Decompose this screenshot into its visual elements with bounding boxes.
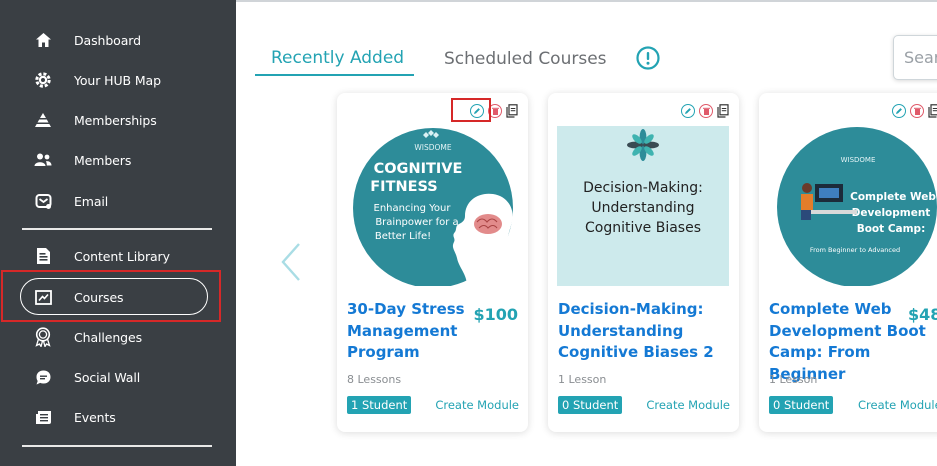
pencil-icon[interactable] (892, 104, 906, 118)
sidebar-item-content-library[interactable]: Content Library (0, 238, 236, 274)
svg-text:COGNITIVE: COGNITIVE (374, 161, 463, 177)
search-box[interactable] (893, 35, 937, 80)
sidebar-item-label: Memberships (74, 112, 157, 128)
trash-icon[interactable] (699, 104, 713, 118)
sidebar-item-label: Your HUB Map (74, 72, 161, 88)
sidebar-item-challenges[interactable]: Challenges (0, 319, 236, 355)
svg-text:Enhancing Your: Enhancing Your (374, 203, 452, 214)
exclamation-circle-icon[interactable] (636, 46, 660, 70)
copy-icon[interactable] (928, 104, 937, 118)
svg-text:Brainpower for a: Brainpower for a (375, 217, 458, 228)
svg-text:WISDOME: WISDOME (841, 156, 876, 164)
home-icon (34, 31, 52, 49)
sidebar-item-label: Content Library (74, 248, 170, 264)
lesson-count: 1 Lesson (769, 373, 818, 386)
svg-text:Understanding: Understanding (591, 200, 694, 216)
copy-icon[interactable] (717, 104, 729, 118)
svg-text:Cognitive Biases: Cognitive Biases (585, 220, 701, 236)
sidebar-divider (22, 445, 212, 447)
document-icon (34, 247, 52, 265)
sidebar-item-events[interactable]: Events (0, 399, 236, 435)
svg-text:Boot Camp:: Boot Camp: (857, 223, 926, 235)
award-icon (34, 327, 52, 347)
course-thumbnail: Decision-Making: Understanding Cognitive… (557, 126, 729, 286)
sidebar-item-label: Email (74, 193, 109, 209)
email-icon (34, 192, 52, 210)
pyramid-icon (34, 111, 52, 129)
gear-icon (34, 71, 52, 89)
svg-text:WISDOME: WISDOME (414, 143, 452, 152)
sidebar-item-label: Events (74, 409, 116, 425)
highlight-box (451, 98, 491, 122)
course-card[interactable]: WISDOME COGNITIVE FITNESS Enhancing Your… (337, 93, 528, 432)
sidebar-item-hub-map[interactable]: Your HUB Map (0, 62, 236, 98)
svg-text:FITNESS: FITNESS (370, 179, 437, 195)
card-actions (681, 104, 729, 118)
sidebar-item-memberships[interactable]: Memberships (0, 102, 236, 138)
tab-recently-added[interactable]: Recently Added (271, 48, 404, 68)
course-thumbnail: WISDOME Complete Web Development Boot Ca… (777, 127, 937, 286)
course-card[interactable]: Decision-Making: Understanding Cognitive… (548, 93, 739, 432)
sidebar-item-label: Social Wall (74, 369, 141, 385)
active-tab-underline (255, 74, 414, 76)
create-module-link[interactable]: Create Module (858, 398, 937, 412)
sidebar-item-label: Challenges (74, 329, 143, 345)
top-border (236, 0, 937, 2)
carousel-prev-arrow-icon[interactable] (280, 242, 302, 282)
calendar-icon (34, 408, 52, 426)
course-card[interactable]: WISDOME Complete Web Development Boot Ca… (759, 93, 937, 432)
sidebar-divider (22, 228, 212, 230)
create-module-link[interactable]: Create Module (435, 398, 519, 412)
course-title[interactable]: 30-Day Stress Management Program (347, 299, 481, 364)
tab-scheduled-courses[interactable]: Scheduled Courses (444, 49, 607, 69)
people-icon (34, 151, 52, 169)
copy-icon[interactable] (506, 104, 518, 118)
card-actions (892, 104, 937, 118)
create-module-link[interactable]: Create Module (646, 398, 730, 412)
search-input[interactable] (894, 36, 937, 79)
trash-icon[interactable] (910, 104, 924, 118)
sidebar-item-dashboard[interactable]: Dashboard (0, 22, 236, 58)
svg-text:Complete Web: Complete Web (850, 191, 936, 203)
svg-text:Development: Development (852, 207, 931, 219)
lesson-count: 1 Lesson (558, 373, 607, 386)
course-price: $100 (473, 305, 518, 324)
sidebar-item-label: Members (74, 152, 132, 168)
course-thumbnail: WISDOME COGNITIVE FITNESS Enhancing Your… (353, 128, 513, 286)
course-title[interactable]: Decision-Making: Understanding Cognitive… (558, 299, 733, 364)
sidebar-item-social-wall[interactable]: Social Wall (0, 359, 236, 395)
lesson-count: 8 Lessons (347, 373, 402, 386)
highlight-box (1, 270, 221, 322)
svg-text:Better Life!: Better Life! (375, 231, 431, 242)
sidebar-item-email[interactable]: Email (0, 183, 236, 219)
svg-text:From Beginner to Advanced: From Beginner to Advanced (810, 246, 900, 254)
student-count-badge[interactable]: 0 Student (769, 396, 834, 414)
student-count-badge[interactable]: 1 Student (347, 396, 412, 414)
chat-icon (34, 368, 52, 386)
sidebar-item-members[interactable]: Members (0, 142, 236, 178)
svg-text:Decision-Making:: Decision-Making: (583, 180, 703, 196)
course-price: $48 (908, 305, 937, 324)
student-count-badge[interactable]: 0 Student (558, 396, 623, 414)
pencil-icon[interactable] (681, 104, 695, 118)
sidebar: Dashboard Your HUB Map Memberships Membe… (0, 0, 236, 466)
sidebar-item-label: Dashboard (74, 32, 141, 48)
